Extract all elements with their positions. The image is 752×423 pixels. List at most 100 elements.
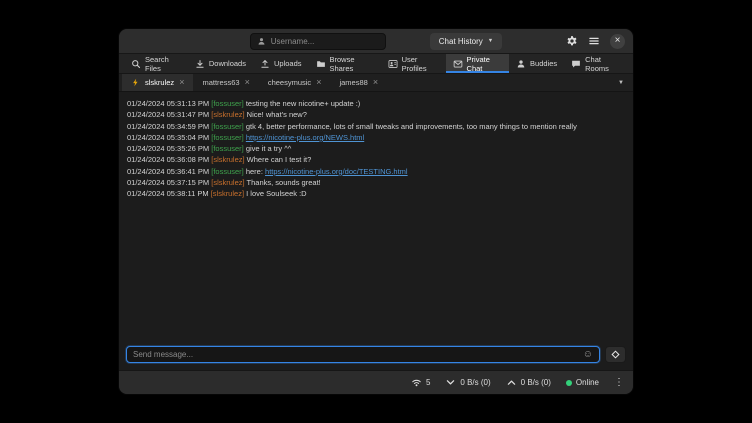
person-icon [516,59,526,69]
chat-tab-cheesymusic[interactable]: cheesymusic × [259,74,331,91]
message-timestamp: 01/24/2024 05:35:26 PM [127,144,211,153]
download-status[interactable]: 0 B/s (0) [445,377,490,388]
online-dot [566,380,572,386]
close-tab-icon[interactable]: × [245,78,250,87]
connections-status[interactable]: 5 [411,377,430,388]
tab-label: Buddies [530,59,557,68]
chat-tab-label: cheesymusic [268,78,311,87]
message-text: I love Soulseek :D [246,189,306,198]
chevron-down-icon: ▼ [488,38,493,44]
message-username: [fossuser] [211,133,244,142]
tab-list-dropdown-icon[interactable]: ▼ [609,74,633,91]
message-username: [fossuser] [211,167,244,176]
message-text: give it a try ^^ [246,144,291,153]
close-tab-icon[interactable]: × [179,78,184,87]
tab-buddies[interactable]: Buddies [509,54,564,73]
menu-icon[interactable] [588,35,600,47]
chat-message: 01/24/2024 05:31:47 PM [slskrulez] Nice!… [127,109,625,120]
message-timestamp: 01/24/2024 05:36:41 PM [127,167,211,176]
chat-tab-label: slskrulez [145,78,174,87]
chat-message: 01/24/2024 05:36:41 PM [fossuser] here: … [127,166,625,177]
message-text: Nice! what's new? [247,110,307,119]
tab-chat-rooms[interactable]: Chat Rooms [564,54,628,73]
message-timestamp: 01/24/2024 05:38:11 PM [127,189,211,198]
tab-label: Downloads [209,59,246,68]
person-icon [257,37,266,46]
chat-message: 01/24/2024 05:37:15 PM [slskrulez] Thank… [127,177,625,188]
message-username: [fossuser] [211,144,244,153]
online-label: Online [576,378,599,387]
upload-status[interactable]: 0 B/s (0) [506,377,551,388]
tab-downloads[interactable]: Downloads [188,54,253,73]
message-timestamp: 01/24/2024 05:37:15 PM [127,178,211,187]
online-status[interactable]: Online [566,378,599,387]
message-username: [fossuser] [211,122,244,131]
chevron-up-icon [506,377,517,388]
chat-tab-slskrulez[interactable]: slskrulez × [122,74,193,91]
message-timestamp: 01/24/2024 05:34:59 PM [127,122,211,131]
message-link[interactable]: https://nicotine-plus.org/NEWS.html [246,133,364,142]
chat-message: 01/24/2024 05:38:11 PM [slskrulez] I lov… [127,188,625,199]
message-link[interactable]: https://nicotine-plus.org/doc/TESTING.ht… [265,167,408,176]
chevron-down-icon [445,377,456,388]
chat-message: 01/24/2024 05:34:59 PM [fossuser] gtk 4,… [127,121,625,132]
tab-browse-shares[interactable]: Browse Shares [309,54,381,73]
chat-history-label: Chat History [439,37,483,46]
tab-label: Chat Rooms [585,55,621,73]
tab-uploads[interactable]: Uploads [253,54,309,73]
message-timestamp: 01/24/2024 05:36:08 PM [127,155,211,164]
chat-tabs: slskrulez×mattress63×cheesymusic×james88… [122,74,609,91]
message-timestamp: 01/24/2024 05:31:47 PM [127,110,211,119]
gear-icon[interactable] [566,35,578,47]
chat-message: 01/24/2024 05:31:13 PM [fossuser] testin… [127,98,625,109]
message-input[interactable]: Send message... ☺ [126,346,600,363]
chat-message: 01/24/2024 05:35:04 PM [fossuser] https:… [127,132,625,143]
folder-icon [316,59,326,69]
chat-tab-mattress63[interactable]: mattress63 × [193,74,258,91]
tab-user-profiles[interactable]: User Profiles [381,54,446,73]
message-text: Where can I test it? [247,155,312,164]
kebab-menu-icon[interactable]: ⋮ [614,377,624,388]
diamond-icon [610,349,621,360]
message-timestamp: 01/24/2024 05:35:04 PM [127,133,211,142]
message-placeholder: Send message... [133,350,583,359]
tab-private-chat[interactable]: Private Chat [446,54,510,73]
chat-tabbar: slskrulez×mattress63×cheesymusic×james88… [119,74,633,92]
tab-search-files[interactable]: Search Files [124,54,188,73]
close-tab-icon[interactable]: × [373,78,378,87]
emoji-icon[interactable]: ☺ [583,350,593,360]
chat-tab-label: james88 [339,78,367,87]
chat-icon [571,59,581,69]
statusbar: 5 0 B/s (0) 0 B/s (0) Online ⋮ [119,370,633,394]
wifi-icon [411,377,422,388]
close-icon[interactable]: × [610,34,625,49]
message-text: here: [246,167,265,176]
tab-label: User Profiles [402,55,439,73]
chat-history-button[interactable]: Chat History ▼ [430,33,502,50]
headerbar: Username... Chat History ▼ × [119,29,633,54]
tab-label: Private Chat [467,55,503,73]
message-username: [fossuser] [211,99,244,108]
mail-icon [453,59,463,69]
message-text: gtk 4, better performance, lots of small… [246,122,577,131]
close-tab-icon[interactable]: × [316,78,321,87]
chat-message: 01/24/2024 05:35:26 PM [fossuser] give i… [127,143,625,154]
username-placeholder: Username... [271,37,315,46]
download-icon [195,59,205,69]
message-username: [slskrulez] [211,189,244,198]
headerbar-center: Username... Chat History ▼ [119,33,633,50]
message-username: [slskrulez] [211,110,244,119]
person-card-icon [388,59,398,69]
search-icon [131,59,141,69]
chat-commands-button[interactable] [605,346,626,363]
tab-label: Search Files [145,55,181,73]
hilight-icon [131,78,140,87]
download-rate: 0 B/s (0) [460,378,490,387]
username-input[interactable]: Username... [250,33,386,50]
app-window: Username... Chat History ▼ × Search File… [118,28,634,395]
chat-tab-label: mattress63 [202,78,239,87]
message-list: 01/24/2024 05:31:13 PM [fossuser] testin… [119,92,633,342]
chat-tab-james88[interactable]: james88 × [330,74,387,91]
tab-label: Browse Shares [330,55,374,73]
message-timestamp: 01/24/2024 05:31:13 PM [127,99,211,108]
